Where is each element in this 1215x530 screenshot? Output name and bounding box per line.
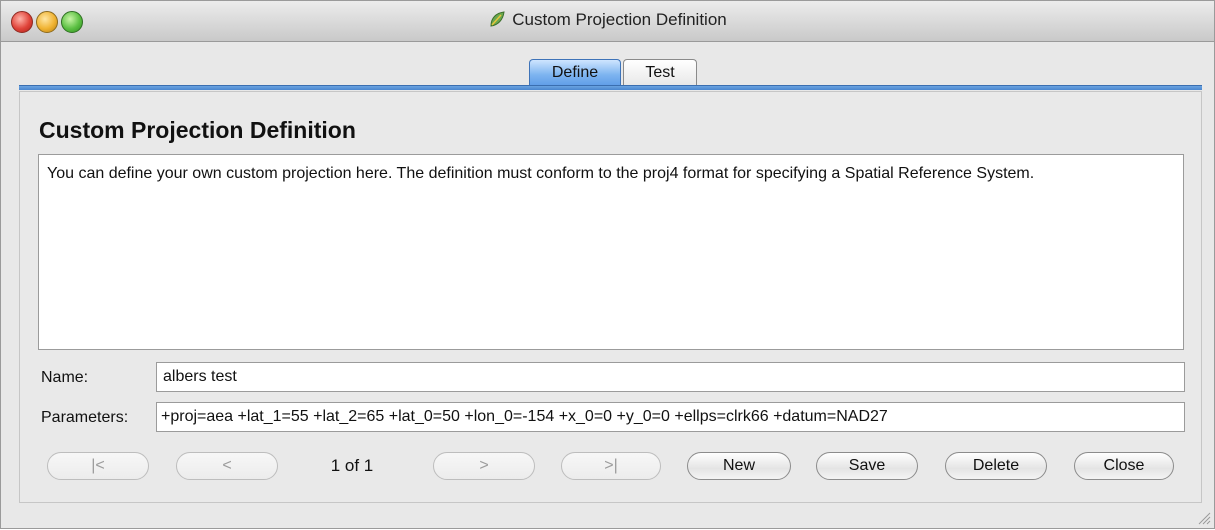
- previous-record-button[interactable]: <: [176, 452, 278, 480]
- qgis-leaf-icon: [488, 10, 506, 33]
- parameters-label: Parameters:: [41, 409, 129, 426]
- page-title: Custom Projection Definition: [39, 117, 356, 143]
- parameters-field[interactable]: +proj=aea +lat_1=55 +lat_2=65 +lat_0=50 …: [156, 402, 1185, 432]
- custom-projection-window: Custom Projection Definition Define Test…: [0, 0, 1215, 529]
- resize-grip-icon[interactable]: [1197, 511, 1211, 525]
- tab-test[interactable]: Test: [623, 59, 697, 87]
- next-record-button[interactable]: >: [433, 452, 535, 480]
- name-label: Name:: [41, 369, 89, 386]
- new-button[interactable]: New: [687, 452, 791, 480]
- last-record-button[interactable]: >|: [561, 452, 661, 480]
- tab-define[interactable]: Define: [529, 59, 621, 87]
- save-button[interactable]: Save: [816, 452, 918, 480]
- first-record-button[interactable]: |<: [47, 452, 149, 480]
- title-bar[interactable]: Custom Projection Definition: [1, 1, 1214, 42]
- tab-divider: [19, 85, 1202, 90]
- close-button[interactable]: Close: [1074, 452, 1174, 480]
- description-box: You can define your own custom projectio…: [38, 154, 1184, 350]
- name-field[interactable]: albers test: [156, 362, 1185, 392]
- window-title-area: Custom Projection Definition: [1, 10, 1214, 33]
- record-counter: 1 of 1: [330, 456, 374, 475]
- delete-button[interactable]: Delete: [945, 452, 1047, 480]
- window-title: Custom Projection Definition: [512, 10, 727, 29]
